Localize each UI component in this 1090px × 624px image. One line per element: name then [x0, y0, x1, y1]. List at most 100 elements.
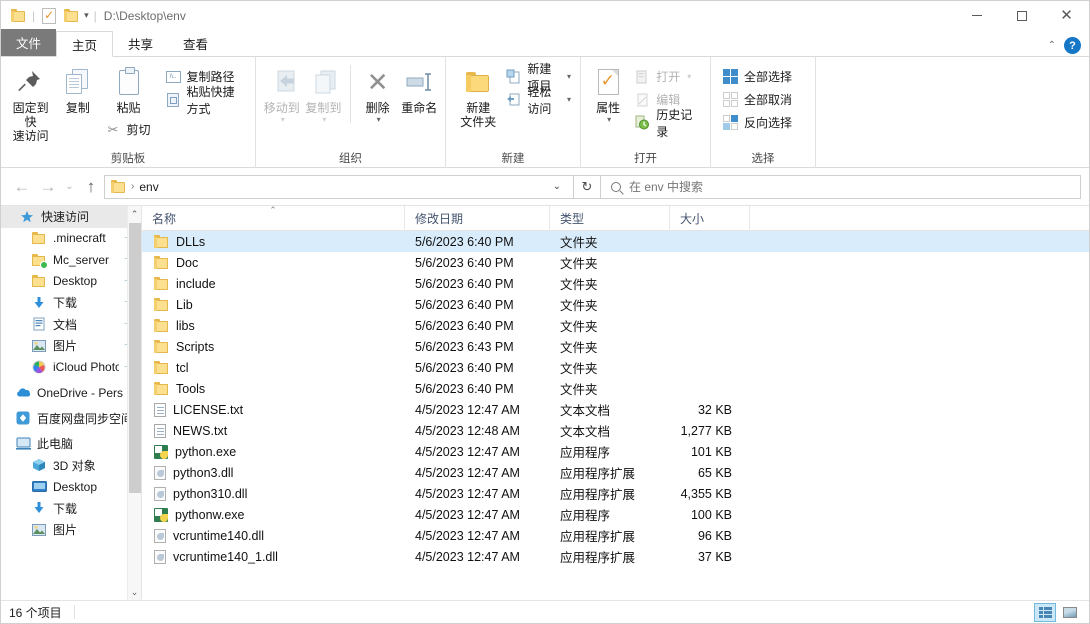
- table-row[interactable]: Doc 5/6/2023 6:40 PM 文件夹: [142, 252, 1089, 273]
- qat-properties-icon[interactable]: [38, 5, 60, 27]
- pin-to-quick-access-button[interactable]: 固定到快 速访问: [7, 61, 54, 143]
- paste-shortcut-button[interactable]: 粘贴快捷方式: [162, 85, 250, 116]
- sidebar-label: 快速访问: [41, 210, 90, 225]
- up-button[interactable]: ↑: [78, 174, 104, 200]
- file-name: python.exe: [175, 444, 237, 459]
- column-header-name[interactable]: ⌃ 名称: [142, 205, 405, 231]
- table-row[interactable]: LICENSE.txt 4/5/2023 12:47 AM 文本文档 32 KB: [142, 399, 1089, 420]
- sidebar-item-3d-objects[interactable]: 3D 对象: [1, 455, 141, 477]
- column-header-type[interactable]: 类型: [550, 205, 670, 231]
- dll-icon: [154, 486, 166, 501]
- refresh-button[interactable]: ↻: [574, 174, 601, 199]
- tab-home[interactable]: 主页: [56, 31, 114, 57]
- rename-button[interactable]: 重命名: [399, 61, 439, 115]
- tab-file[interactable]: 文件: [1, 29, 57, 56]
- address-history-caret-icon[interactable]: ⌄: [545, 181, 569, 192]
- sidebar-item-pc-pictures[interactable]: 图片: [1, 519, 141, 541]
- qat-folder-icon[interactable]: [7, 5, 29, 27]
- sidebar-scrollbar[interactable]: ⌃ ⌄: [127, 206, 141, 600]
- paste-shortcut-icon: [165, 91, 182, 108]
- table-row[interactable]: python310.dll 4/5/2023 12:47 AM 应用程序扩展 4…: [142, 483, 1089, 504]
- open-button[interactable]: 打开 ▾: [631, 66, 704, 87]
- scrollbar-thumb[interactable]: [129, 223, 141, 493]
- sidebar-item-pc-downloads[interactable]: 下载: [1, 498, 141, 520]
- cell-type: 文件夹: [560, 341, 598, 355]
- table-row[interactable]: Tools 5/6/2023 6:40 PM 文件夹: [142, 378, 1089, 399]
- new-folder-button[interactable]: 新建 文件夹: [456, 61, 500, 129]
- scroll-up-icon[interactable]: ⌃: [128, 206, 141, 222]
- copy-to-caret-icon[interactable]: ▾: [322, 115, 326, 124]
- table-row[interactable]: python.exe 4/5/2023 12:47 AM 应用程序 101 KB: [142, 441, 1089, 462]
- delete-button[interactable]: ✕ 删除 ▾: [358, 61, 398, 124]
- customize-qat-caret-icon[interactable]: ▾: [82, 10, 91, 21]
- delete-caret-icon[interactable]: ▾: [377, 115, 381, 124]
- qat-new-folder-icon[interactable]: [60, 5, 82, 27]
- move-to-caret-icon[interactable]: ▾: [281, 115, 285, 124]
- large-icons-view-button[interactable]: [1059, 603, 1081, 622]
- table-row[interactable]: python3.dll 4/5/2023 12:47 AM 应用程序扩展 65 …: [142, 462, 1089, 483]
- column-header-size[interactable]: 大小: [670, 205, 750, 231]
- sidebar-item-documents[interactable]: 文档 📌: [1, 314, 141, 336]
- sidebar-item-quick-access[interactable]: 快速访问: [1, 206, 141, 228]
- sidebar-item-pc-desktop[interactable]: Desktop: [1, 476, 141, 498]
- invert-selection-label: 反向选择: [744, 116, 793, 130]
- table-row[interactable]: include 5/6/2023 6:40 PM 文件夹: [142, 273, 1089, 294]
- paste-button[interactable]: 粘贴: [102, 61, 156, 115]
- table-row[interactable]: libs 5/6/2023 6:40 PM 文件夹: [142, 315, 1089, 336]
- history-button[interactable]: 历史记录: [631, 108, 704, 139]
- cell-type: 文件夹: [560, 299, 598, 313]
- sidebar-item-baidu-netdisk[interactable]: 百度网盘同步空间: [1, 408, 141, 430]
- maximize-button[interactable]: [999, 1, 1044, 30]
- table-row[interactable]: vcruntime140.dll 4/5/2023 12:47 AM 应用程序扩…: [142, 525, 1089, 546]
- close-button[interactable]: ✕: [1044, 1, 1089, 30]
- tab-view[interactable]: 查看: [168, 30, 223, 56]
- address-input[interactable]: › env ⌄: [104, 174, 574, 199]
- sidebar-item-this-pc[interactable]: 此电脑: [1, 433, 141, 455]
- tab-share[interactable]: 共享: [113, 30, 168, 56]
- breadcrumb-current[interactable]: env: [139, 180, 158, 194]
- properties-button[interactable]: 属性 ▾: [589, 61, 627, 124]
- search-box[interactable]: 在 env 中搜索: [601, 174, 1081, 199]
- table-row[interactable]: NEWS.txt 4/5/2023 12:48 AM 文本文档 1,277 KB: [142, 420, 1089, 441]
- table-row[interactable]: tcl 5/6/2023 6:40 PM 文件夹: [142, 357, 1089, 378]
- column-header-date[interactable]: 修改日期: [405, 205, 550, 231]
- sidebar-item-pictures[interactable]: 图片 📌: [1, 335, 141, 357]
- easy-access-button[interactable]: 轻松访问 ▾: [502, 85, 574, 116]
- breadcrumb-separator-icon[interactable]: ›: [131, 181, 134, 192]
- table-row[interactable]: DLLs 5/6/2023 6:40 PM 文件夹: [142, 231, 1089, 252]
- download-icon: [31, 295, 47, 311]
- minimize-button[interactable]: [954, 1, 999, 30]
- sidebar-item-mc-server[interactable]: Mc_server 📌: [1, 249, 141, 271]
- sidebar-item-onedrive[interactable]: OneDrive - Pers: [1, 382, 141, 404]
- scroll-down-icon[interactable]: ⌄: [128, 584, 141, 600]
- sidebar-item-downloads[interactable]: 下载 📌: [1, 292, 141, 314]
- back-button[interactable]: ←: [9, 174, 35, 200]
- table-row[interactable]: pythonw.exe 4/5/2023 12:47 AM 应用程序 100 K…: [142, 504, 1089, 525]
- recent-locations-caret-icon[interactable]: ⌄: [61, 174, 78, 200]
- properties-caret-icon[interactable]: ▾: [607, 115, 611, 124]
- collapse-ribbon-icon[interactable]: ⌃: [1048, 40, 1056, 51]
- new-item-caret-icon[interactable]: ▾: [567, 72, 571, 81]
- qat-divider-2: |: [93, 8, 97, 23]
- cut-button[interactable]: ✂ 剪切: [102, 119, 156, 140]
- select-all-button[interactable]: 全部选择: [719, 66, 795, 87]
- file-name: python3.dll: [173, 465, 234, 480]
- easy-access-caret-icon[interactable]: ▾: [567, 95, 571, 104]
- open-caret-icon[interactable]: ▾: [687, 72, 691, 81]
- details-view-button[interactable]: [1034, 602, 1056, 622]
- move-to-button[interactable]: 移动到 ▾: [262, 61, 302, 124]
- help-icon[interactable]: ?: [1064, 37, 1081, 54]
- sidebar-item-minecraft[interactable]: .minecraft 📌: [1, 228, 141, 250]
- forward-button[interactable]: →: [35, 174, 61, 200]
- select-small-buttons: 全部选择 全部取消 反向选择: [719, 61, 795, 133]
- invert-selection-button[interactable]: 反向选择: [719, 112, 795, 133]
- copy-to-button[interactable]: 复制到 ▾: [304, 61, 344, 124]
- table-row[interactable]: Scripts 5/6/2023 6:43 PM 文件夹: [142, 336, 1089, 357]
- copy-button[interactable]: 复制: [54, 61, 101, 115]
- breadcrumb-folder-icon[interactable]: [111, 180, 126, 193]
- select-none-button[interactable]: 全部取消: [719, 89, 795, 110]
- sidebar-item-desktop[interactable]: Desktop 📌: [1, 271, 141, 293]
- table-row[interactable]: Lib 5/6/2023 6:40 PM 文件夹: [142, 294, 1089, 315]
- sidebar-item-icloud-photos[interactable]: iCloud Photo 📌: [1, 357, 141, 379]
- table-row[interactable]: vcruntime140_1.dll 4/5/2023 12:47 AM 应用程…: [142, 546, 1089, 567]
